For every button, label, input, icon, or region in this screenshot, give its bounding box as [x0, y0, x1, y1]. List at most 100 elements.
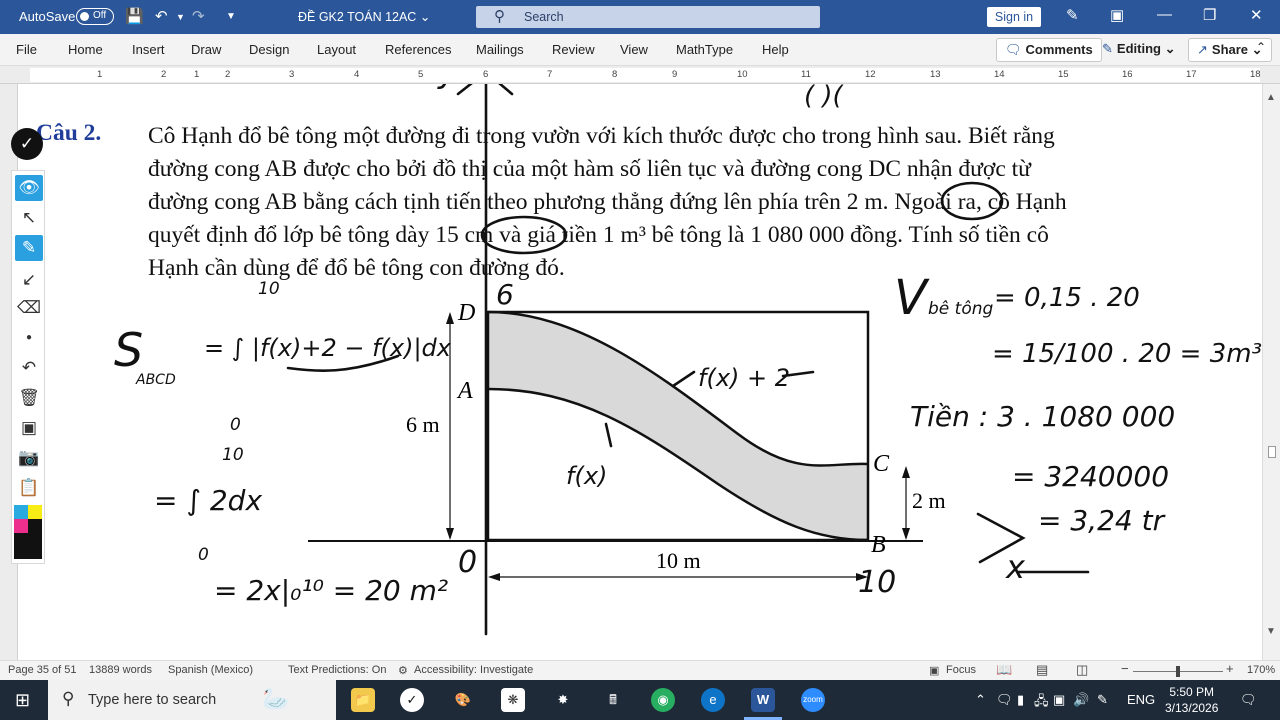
- pen-app-taskbar-icon[interactable]: ✓: [400, 688, 424, 712]
- taskbar-search[interactable]: ⚲ Type here to search 🦢: [48, 680, 336, 720]
- pen-toolbar-logo[interactable]: ✓: [11, 128, 45, 166]
- paint-icon[interactable]: 🎨: [451, 688, 475, 712]
- pen-icon[interactable]: ✎: [1066, 6, 1079, 24]
- save-icon[interactable]: 💾: [125, 7, 144, 25]
- note-v-eq: = 0,15 . 20: [994, 283, 1140, 313]
- comments-button[interactable]: 🗨 Comments: [996, 38, 1102, 62]
- tab-layout[interactable]: Layout: [317, 42, 356, 57]
- color-swatch-blue[interactable]: [14, 505, 28, 519]
- scroll-down-icon[interactable]: ▼: [1266, 626, 1276, 637]
- ribbon-display-icon[interactable]: ▣: [1110, 6, 1124, 24]
- scroll-up-icon[interactable]: ▲: [1266, 92, 1276, 103]
- pen-tool-icon[interactable]: ✎: [15, 235, 43, 261]
- tab-draw[interactable]: Draw: [191, 42, 221, 57]
- chat-tray-icon[interactable]: 🗨: [996, 692, 1013, 708]
- cursor-icon[interactable]: ↖: [15, 205, 43, 231]
- customize-quick-access-icon[interactable]: ▼: [226, 11, 236, 22]
- document-title[interactable]: ĐỀ GK2 TOÁN 12AC ⌄: [298, 9, 430, 24]
- color-swatch-yellow[interactable]: [28, 505, 42, 519]
- minimize-icon[interactable]: —: [1157, 6, 1172, 23]
- close-icon[interactable]: ✕: [1250, 6, 1263, 24]
- word-count[interactable]: 13889 words: [89, 664, 152, 676]
- tab-help[interactable]: Help: [762, 42, 789, 57]
- windows-taskbar: ⊞ ⚲ Type here to search 🦢 📁 ✓ 🎨 ❋ ✸ 🖩 ◉ …: [0, 680, 1280, 720]
- toggle-knob: [80, 12, 89, 21]
- focus-mode[interactable]: Focus: [946, 664, 976, 676]
- zoom-out-icon[interactable]: −: [1121, 661, 1129, 676]
- web-layout-icon[interactable]: ◫: [1076, 662, 1088, 678]
- zoom-level[interactable]: 170%: [1247, 664, 1275, 676]
- notifications-icon[interactable]: 🗨: [1240, 692, 1257, 708]
- tab-file[interactable]: File: [16, 42, 37, 57]
- system-clock[interactable]: 5:50 PM 3/13/2026: [1165, 684, 1218, 716]
- tab-review[interactable]: Review: [552, 42, 595, 57]
- ruler-number: 1: [194, 69, 200, 80]
- calculator-icon[interactable]: 🖩: [601, 688, 625, 712]
- word-app-icon[interactable]: W: [751, 688, 775, 712]
- zoom-in-icon[interactable]: +: [1226, 661, 1234, 676]
- redo-icon[interactable]: ↷: [192, 7, 205, 25]
- color-swatch-black[interactable]: [28, 519, 42, 533]
- undo-dropdown-icon[interactable]: ▼: [176, 12, 185, 22]
- eye-icon[interactable]: 👁: [15, 175, 43, 201]
- volume-icon[interactable]: 🔊: [1073, 692, 1089, 708]
- search-box[interactable]: ⚲ Search: [476, 6, 820, 28]
- windows-start-icon[interactable]: ⊞: [15, 690, 30, 711]
- edge-icon[interactable]: e: [701, 688, 725, 712]
- battery-tray-icon[interactable]: ▮: [1017, 692, 1024, 708]
- settings-app-icon[interactable]: ❋: [501, 688, 525, 712]
- color-swatch-pink[interactable]: [14, 519, 28, 533]
- autosave-toggle[interactable]: Off: [76, 8, 114, 25]
- accessibility-status[interactable]: Accessibility: Investigate: [414, 664, 533, 676]
- focus-icon: ▣: [929, 665, 940, 677]
- display-tray-icon[interactable]: ▣: [1053, 692, 1065, 708]
- camera-icon[interactable]: 📷: [15, 445, 43, 471]
- file-explorer-icon[interactable]: 📁: [351, 688, 375, 712]
- current-color-swatch[interactable]: [14, 533, 42, 559]
- tab-references[interactable]: References: [385, 42, 451, 57]
- scroll-thumb[interactable]: [1268, 446, 1276, 458]
- text-predictions[interactable]: Text Predictions: On: [288, 664, 386, 676]
- height-arrow-bottom: [446, 528, 454, 540]
- note-s: S: [114, 323, 143, 377]
- tab-design[interactable]: Design: [249, 42, 289, 57]
- trash-icon[interactable]: 🗑: [15, 385, 43, 411]
- page-count[interactable]: Page 35 of 51: [8, 664, 77, 676]
- tab-view[interactable]: View: [620, 42, 648, 57]
- note-int2-bot: 0: [198, 545, 209, 565]
- virus-app-icon[interactable]: ✸: [551, 688, 575, 712]
- dot-size-icon[interactable]: ●: [15, 325, 43, 351]
- clipboard-icon[interactable]: 📋: [15, 475, 43, 501]
- document-page[interactable]: Câu 2. Cô Hạnh đổ bê tông một đường đi t…: [18, 84, 1262, 660]
- print-layout-icon[interactable]: ▤: [1036, 662, 1048, 678]
- note-zero: 0: [458, 545, 477, 580]
- pen-app-icon: ✓: [11, 128, 43, 160]
- arrow-tool-icon[interactable]: ↙: [15, 267, 43, 293]
- collapse-ribbon-icon[interactable]: ⌃: [1256, 40, 1266, 54]
- share-icon: ↗: [1197, 42, 1208, 57]
- zoom-app-icon[interactable]: zoom: [801, 688, 825, 712]
- note-int2-top: 10: [222, 445, 244, 465]
- tab-insert[interactable]: Insert: [132, 42, 165, 57]
- board-icon[interactable]: ▣: [15, 415, 43, 441]
- undo-ink-icon[interactable]: ↶: [15, 355, 43, 381]
- vertical-scrollbar[interactable]: ▲ ▼: [1262, 84, 1280, 660]
- undo-icon[interactable]: ↶: [155, 7, 168, 25]
- tab-mailings[interactable]: Mailings: [476, 42, 524, 57]
- input-language[interactable]: ENG: [1127, 692, 1155, 707]
- language-status[interactable]: Spanish (Mexico): [168, 664, 253, 676]
- restore-icon[interactable]: ❐: [1203, 6, 1216, 24]
- eraser-icon[interactable]: ⌫: [15, 295, 43, 321]
- geogebra-icon[interactable]: ◉: [651, 688, 675, 712]
- editing-button[interactable]: ✎ Editing ⌄: [1094, 38, 1183, 62]
- width-arrow-left: [488, 573, 500, 581]
- read-mode-icon[interactable]: 📖: [996, 662, 1012, 678]
- pen-tray-icon[interactable]: ✎: [1097, 692, 1108, 708]
- zoom-slider-thumb[interactable]: [1176, 666, 1180, 677]
- sign-in-button[interactable]: Sign in: [987, 7, 1041, 27]
- show-hidden-icons[interactable]: ⌃: [975, 692, 986, 708]
- tab-home[interactable]: Home: [68, 42, 103, 57]
- network-tray-icon[interactable]: 🖧: [1034, 692, 1049, 714]
- horizontal-ruler[interactable]: 1 2 1 2 3 4 5 6 7 8 9 10 11 12 13 14 15 …: [0, 66, 1280, 84]
- tab-mathtype[interactable]: MathType: [676, 42, 733, 57]
